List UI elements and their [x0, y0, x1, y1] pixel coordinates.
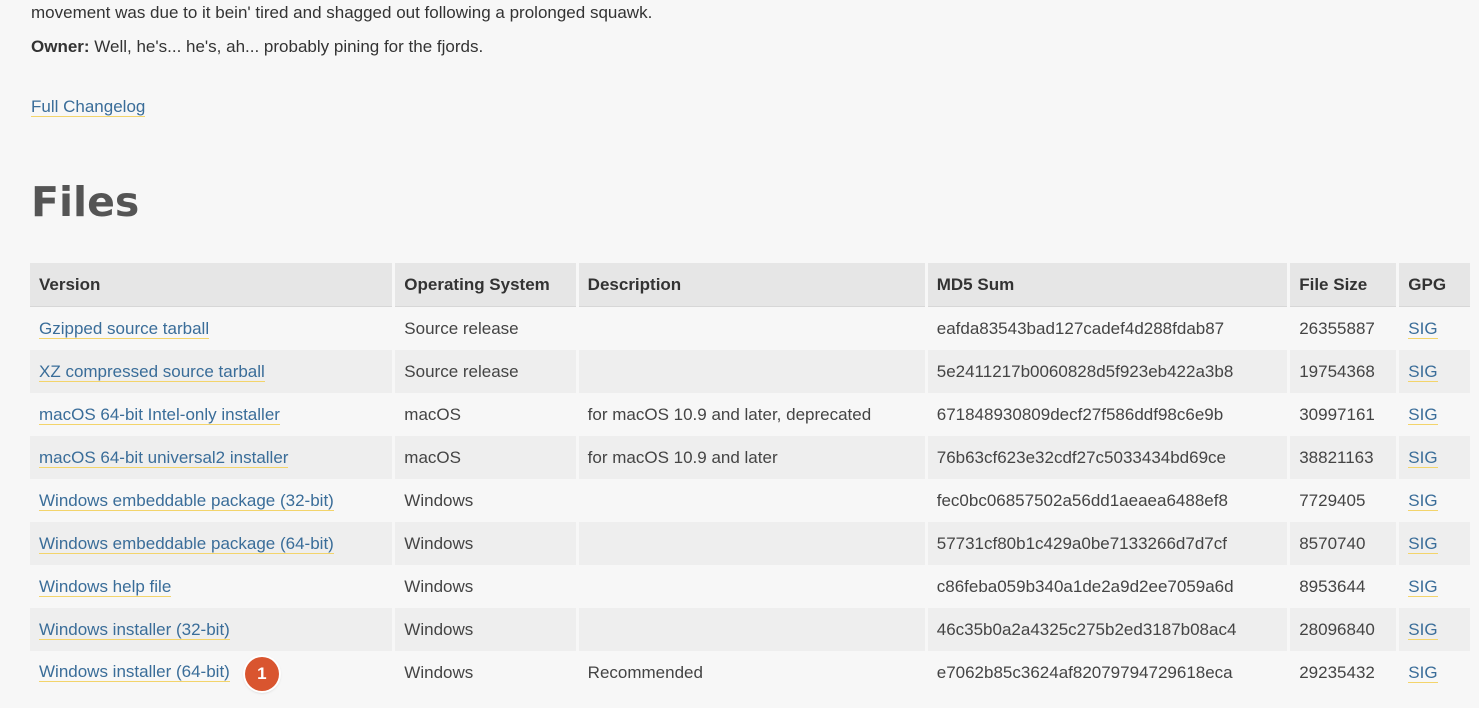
version-download-link[interactable]: Windows installer (64-bit)	[39, 661, 230, 682]
file-size-cell: 28096840	[1288, 608, 1400, 651]
owner-text: Well, he's... he's, ah... probably pinin…	[89, 37, 484, 56]
file-size-cell: 8570740	[1288, 522, 1400, 565]
gpg-cell: SIG	[1397, 306, 1470, 350]
file-size-cell: 8953644	[1288, 565, 1400, 608]
gpg-sig-link[interactable]: SIG	[1408, 576, 1438, 597]
owner-line: Owner: Well, he's... he's, ah... probabl…	[31, 35, 483, 59]
version-cell: Windows help file	[30, 565, 396, 608]
description-cell	[577, 522, 928, 565]
files-heading: Files	[31, 178, 140, 226]
header-md5: MD5 Sum	[926, 263, 1291, 307]
description-cell	[577, 306, 928, 350]
table-row: Windows embeddable package (32-bit) Windo…	[30, 479, 1470, 522]
gpg-cell: SIG	[1397, 565, 1470, 608]
version-download-link[interactable]: Windows installer (32-bit)	[39, 619, 230, 640]
version-download-link[interactable]: Windows embeddable package (64-bit)	[39, 533, 334, 554]
file-size-cell: 7729405	[1288, 479, 1400, 522]
md5-cell: 76b63cf623e32cdf27c5033434bd69ce	[926, 436, 1291, 479]
md5-cell: e7062b85c3624af82079794729618eca	[926, 651, 1291, 694]
version-cell: Windows installer (64-bit) 1	[30, 651, 396, 694]
file-size-cell: 26355887	[1288, 306, 1400, 350]
gpg-cell: SIG	[1397, 350, 1470, 393]
version-cell: Gzipped source tarball	[30, 306, 396, 350]
version-cell: macOS 64-bit universal2 installer	[30, 436, 396, 479]
file-size-cell: 19754368	[1288, 350, 1400, 393]
os-cell: macOS	[393, 436, 579, 479]
os-cell: Windows	[393, 522, 579, 565]
description-cell	[577, 350, 928, 393]
os-cell: Windows	[393, 608, 579, 651]
version-download-link[interactable]: Windows help file	[39, 576, 172, 597]
version-cell: macOS 64-bit Intel-only installer	[30, 393, 396, 436]
md5-cell: 671848930809decf27f586ddf98c6e9b	[926, 393, 1291, 436]
owner-label: Owner:	[31, 37, 90, 56]
gpg-sig-link[interactable]: SIG	[1408, 619, 1438, 640]
gpg-sig-link[interactable]: SIG	[1408, 447, 1438, 468]
table-header-row: Version Operating System Description MD5…	[30, 263, 1470, 307]
version-download-link[interactable]: Windows embeddable package (32-bit)	[39, 490, 334, 511]
description-cell: for macOS 10.9 and later	[577, 436, 928, 479]
files-table: Version Operating System Description MD5…	[30, 263, 1470, 694]
gpg-cell: SIG	[1397, 651, 1470, 694]
gpg-cell: SIG	[1397, 393, 1470, 436]
version-cell: Windows embeddable package (64-bit)	[30, 522, 396, 565]
gpg-sig-link[interactable]: SIG	[1408, 662, 1438, 683]
gpg-sig-link[interactable]: SIG	[1408, 404, 1438, 425]
table-row: Gzipped source tarball Source release eafd…	[30, 306, 1470, 350]
step-badge: 1	[244, 656, 279, 691]
md5-cell: 46c35b0a2a4325c275b2ed3187b08ac4	[926, 608, 1291, 651]
file-size-cell: 38821163	[1288, 436, 1400, 479]
os-cell: macOS	[393, 393, 579, 436]
md5-cell: c86feba059b340a1de2a9d2ee7059a6d	[926, 565, 1291, 608]
table-row: Windows installer (64-bit) 1 Windows Recomm…	[30, 651, 1470, 694]
version-download-link[interactable]: Gzipped source tarball	[39, 318, 210, 339]
os-cell: Windows	[393, 651, 579, 694]
table-row: XZ compressed source tarball Source relea…	[30, 350, 1470, 393]
table-row: Windows help file Windows c86feba059b340a1…	[30, 565, 1470, 608]
description-cell: for macOS 10.9 and later, deprecated	[577, 393, 928, 436]
intro-line: movement was due to it bein' tired and s…	[31, 3, 653, 22]
file-size-cell: 30997161	[1288, 393, 1400, 436]
gpg-sig-link[interactable]: SIG	[1408, 361, 1438, 382]
header-os: Operating System	[393, 263, 579, 307]
md5-cell: fec0bc06857502a56dd1aeaea6488ef8	[926, 479, 1291, 522]
description-cell	[577, 479, 928, 522]
table-row: macOS 64-bit universal2 installer macOS fo…	[30, 436, 1470, 479]
version-cell: XZ compressed source tarball	[30, 350, 396, 393]
md5-cell: 57731cf80b1c429a0be7133266d7d7cf	[926, 522, 1291, 565]
gpg-cell: SIG	[1397, 608, 1470, 651]
os-cell: Windows	[393, 565, 579, 608]
header-version: Version	[30, 263, 396, 307]
full-changelog-link[interactable]: Full Changelog	[31, 97, 146, 117]
table-row: Windows embeddable package (64-bit) Windo…	[30, 522, 1470, 565]
md5-cell: 5e2411217b0060828d5f923eb422a3b8	[926, 350, 1291, 393]
table-row: macOS 64-bit Intel-only installer macOS fo…	[30, 393, 1470, 436]
gpg-sig-link[interactable]: SIG	[1408, 490, 1438, 511]
file-size-cell: 29235432	[1288, 651, 1400, 694]
header-size: File Size	[1288, 263, 1400, 307]
os-cell: Source release	[393, 350, 579, 393]
header-gpg: GPG	[1397, 263, 1470, 307]
table-row: Windows installer (32-bit) Windows 46c35b0…	[30, 608, 1470, 651]
os-cell: Windows	[393, 479, 579, 522]
version-download-link[interactable]: macOS 64-bit Intel-only installer	[39, 404, 280, 425]
version-cell: Windows embeddable package (32-bit)	[30, 479, 396, 522]
gpg-cell: SIG	[1397, 479, 1470, 522]
gpg-cell: SIG	[1397, 436, 1470, 479]
changelog-paragraph: Full Changelog	[31, 95, 146, 119]
page: movement was due to it bein' tired and s…	[0, 0, 1479, 708]
gpg-sig-link[interactable]: SIG	[1408, 533, 1438, 554]
version-download-link[interactable]: macOS 64-bit universal2 installer	[39, 447, 289, 468]
version-cell: Windows installer (32-bit)	[30, 608, 396, 651]
os-cell: Source release	[393, 306, 579, 350]
gpg-sig-link[interactable]: SIG	[1408, 318, 1438, 339]
md5-cell: eafda83543bad127cadef4d288fdab87	[926, 306, 1291, 350]
header-description: Description	[577, 263, 928, 307]
description-cell	[577, 608, 928, 651]
description-cell: Recommended	[577, 651, 928, 694]
gpg-cell: SIG	[1397, 522, 1470, 565]
version-download-link[interactable]: XZ compressed source tarball	[39, 361, 265, 382]
description-cell	[577, 565, 928, 608]
